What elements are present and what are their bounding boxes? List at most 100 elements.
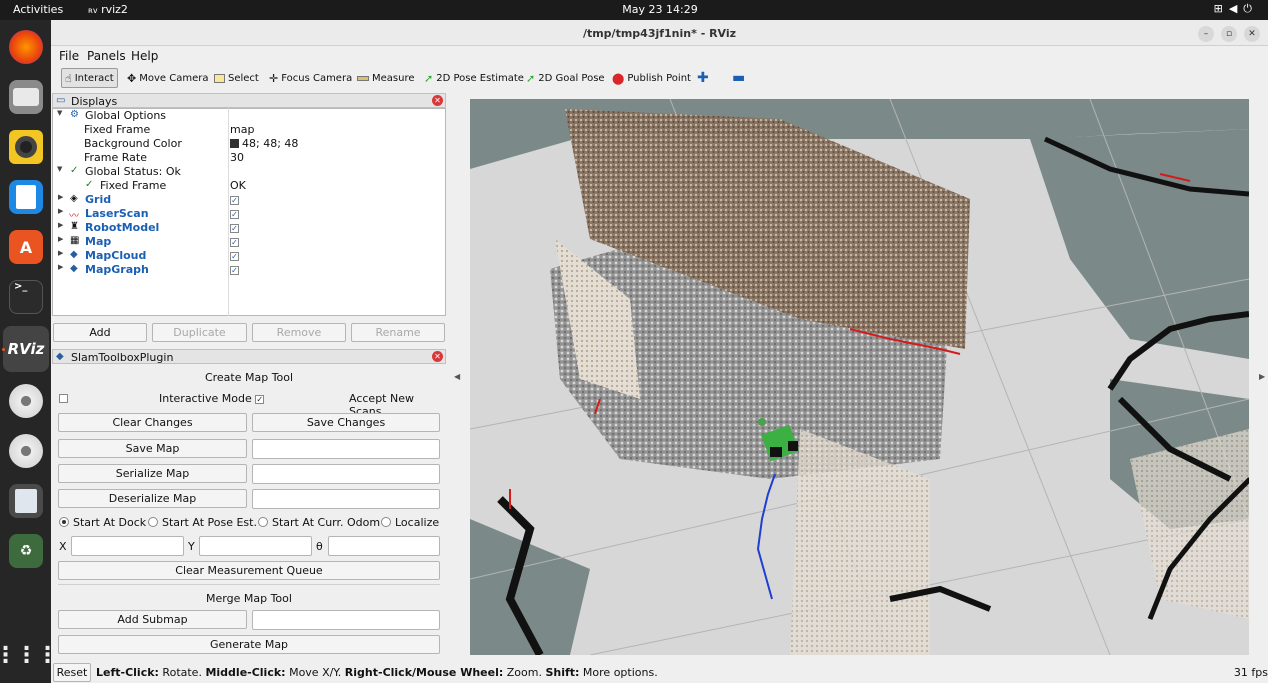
start-at-dock-radio[interactable]: Start At Dock	[59, 516, 146, 529]
tree-row-laserscan[interactable]: ▶ 〰 LaserScan ✓	[52, 207, 446, 222]
close-button[interactable]: ✕	[1244, 26, 1260, 42]
tree-row-grid[interactable]: ▶ ◈ Grid ✓	[52, 193, 446, 207]
disc-icon[interactable]	[9, 434, 43, 468]
publish-point-tool[interactable]: ⬤ Publish Point	[609, 68, 694, 88]
mapgraph-checkbox[interactable]: ✓	[230, 263, 239, 276]
expand-down-icon[interactable]: ▼	[57, 165, 62, 173]
rename-display-button[interactable]: Rename	[351, 323, 445, 342]
dock: A >_ RViz ♻ ⋮⋮⋮	[0, 20, 59, 683]
expand-right-icon[interactable]: ▶	[58, 207, 63, 215]
clear-measurement-queue-button[interactable]: Clear Measurement Queue	[58, 561, 440, 580]
expand-down-icon[interactable]: ▼	[57, 109, 62, 117]
tree-row-global-options[interactable]: ▼ ⚙ Global Options	[52, 109, 446, 123]
rviz-icon[interactable]: RViz	[3, 326, 49, 372]
save-map-input[interactable]	[252, 439, 440, 459]
text-editor-icon[interactable]	[9, 484, 43, 518]
save-changes-button[interactable]: Save Changes	[252, 413, 440, 432]
system-tray[interactable]: ⊞◀⏻	[1214, 2, 1258, 16]
menu-file[interactable]: File	[59, 49, 79, 63]
fixed-frame-value[interactable]: map	[230, 123, 254, 136]
activities-button[interactable]: Activities	[13, 3, 63, 16]
grid-checkbox[interactable]: ✓	[230, 193, 239, 206]
pose-estimate-tool[interactable]: ➚ 2D Pose Estimate	[421, 68, 527, 88]
collapse-right-icon[interactable]: ▶	[1259, 372, 1265, 381]
x-input[interactable]	[71, 536, 184, 556]
minimize-button[interactable]: –	[1198, 26, 1214, 42]
move-camera-tool[interactable]: ✥ Move Camera	[124, 68, 211, 88]
focus-camera-tool[interactable]: ✛ Focus Camera	[266, 68, 355, 88]
expand-right-icon[interactable]: ▶	[58, 235, 63, 243]
add-display-button[interactable]: Add	[53, 323, 147, 342]
terminal-icon[interactable]: >_	[9, 280, 43, 314]
divider	[58, 584, 440, 585]
show-apps-icon[interactable]: ⋮⋮⋮	[0, 638, 59, 672]
add-submap-button[interactable]: Add Submap	[58, 610, 247, 629]
expand-right-icon[interactable]: ▶	[58, 221, 63, 229]
tree-row-mapcloud[interactable]: ▶ ◆ MapCloud ✓	[52, 249, 446, 263]
interact-tool[interactable]: ☝ Interact	[61, 68, 118, 88]
green-arrow-icon: ➚	[526, 71, 536, 85]
network-icon: ⊞	[1213, 2, 1229, 15]
map-checkbox[interactable]: ✓	[230, 235, 239, 248]
save-map-button[interactable]: Save Map	[58, 439, 247, 458]
localize-label: Localize	[395, 516, 440, 529]
remove-tool-icon[interactable]: ▬	[729, 68, 748, 88]
collapse-left-icon[interactable]: ◀	[454, 372, 460, 381]
tree-row-frame-rate[interactable]: Frame Rate 30	[52, 151, 446, 165]
tree-row-mapgraph[interactable]: ▶ ◆ MapGraph ✓	[52, 263, 446, 277]
measure-tool[interactable]: Measure	[354, 68, 418, 88]
serialize-map-input[interactable]	[252, 464, 440, 484]
start-at-odom-radio[interactable]: Start At Curr. Odom	[258, 516, 380, 529]
robotmodel-checkbox[interactable]: ✓	[230, 221, 239, 234]
tree-row-status-fixed-frame[interactable]: ✓ Fixed Frame OK	[52, 179, 446, 193]
generate-map-button[interactable]: Generate Map	[58, 635, 440, 654]
tree-row-global-status[interactable]: ▼ ✓ Global Status: Ok	[52, 165, 446, 179]
left-click-desc: Rotate.	[158, 666, 206, 679]
rviz-dock-label: RViz	[7, 340, 45, 358]
deserialize-map-input[interactable]	[252, 489, 440, 509]
mapcloud-checkbox[interactable]: ✓	[230, 249, 239, 262]
menu-help[interactable]: Help	[131, 49, 158, 63]
add-submap-input[interactable]	[252, 610, 440, 630]
localize-radio[interactable]: Localize	[381, 516, 439, 529]
expand-right-icon[interactable]: ▶	[58, 249, 63, 257]
interactive-mode-toggle[interactable]: Interactive Mode ✓	[159, 392, 265, 405]
add-tool-icon[interactable]: ✚	[694, 68, 712, 88]
close-panel-icon[interactable]: ✕	[432, 95, 443, 106]
trash-icon[interactable]: ♻	[9, 534, 43, 568]
rhythmbox-icon[interactable]	[9, 130, 43, 164]
app-center-icon[interactable]: A	[9, 230, 43, 264]
expand-right-icon[interactable]: ▶	[58, 193, 63, 201]
writer-icon[interactable]	[9, 180, 43, 214]
duplicate-display-button[interactable]: Duplicate	[152, 323, 247, 342]
tree-row-background-color[interactable]: Background Color 48; 48; 48	[52, 137, 446, 151]
maximize-button[interactable]: ▫	[1221, 26, 1237, 42]
clock[interactable]: May 23 14:29	[600, 3, 720, 16]
tree-row-map[interactable]: ▶ ▦ Map ✓	[52, 235, 446, 249]
clear-changes-button[interactable]: Clear Changes	[58, 413, 247, 432]
y-input[interactable]	[199, 536, 312, 556]
close-panel-icon[interactable]: ✕	[432, 351, 443, 362]
select-tool[interactable]: Select	[211, 68, 262, 88]
reset-button[interactable]: Reset	[53, 663, 91, 682]
menu-panels[interactable]: Panels	[87, 49, 126, 63]
serialize-map-button[interactable]: Serialize Map	[58, 464, 247, 483]
start-at-pose-radio[interactable]: Start At Pose Est.	[148, 516, 257, 529]
tree-row-robotmodel[interactable]: ▶ ♜ RobotModel ✓	[52, 221, 446, 235]
frame-rate-value[interactable]: 30	[230, 151, 244, 164]
unlabeled-checkbox[interactable]	[59, 393, 68, 406]
deserialize-map-button[interactable]: Deserialize Map	[58, 489, 247, 508]
window-title-bar[interactable]: /tmp/tmp43jf1nin* - RViz – ▫ ✕	[51, 20, 1268, 46]
firefox-icon[interactable]	[9, 30, 43, 64]
app-menu[interactable]: ʀᴠ rviz2	[88, 3, 128, 16]
background-color-value[interactable]: 48; 48; 48	[230, 137, 298, 150]
expand-right-icon[interactable]: ▶	[58, 263, 63, 271]
render-viewport[interactable]	[470, 99, 1249, 655]
tree-row-fixed-frame[interactable]: Fixed Frame map	[52, 123, 446, 137]
files-icon[interactable]	[9, 80, 43, 114]
laserscan-checkbox[interactable]: ✓	[230, 207, 239, 220]
theta-input[interactable]	[328, 536, 440, 556]
disc-icon[interactable]	[9, 384, 43, 418]
remove-display-button[interactable]: Remove	[252, 323, 346, 342]
goal-pose-tool[interactable]: ➚ 2D Goal Pose	[523, 68, 608, 88]
